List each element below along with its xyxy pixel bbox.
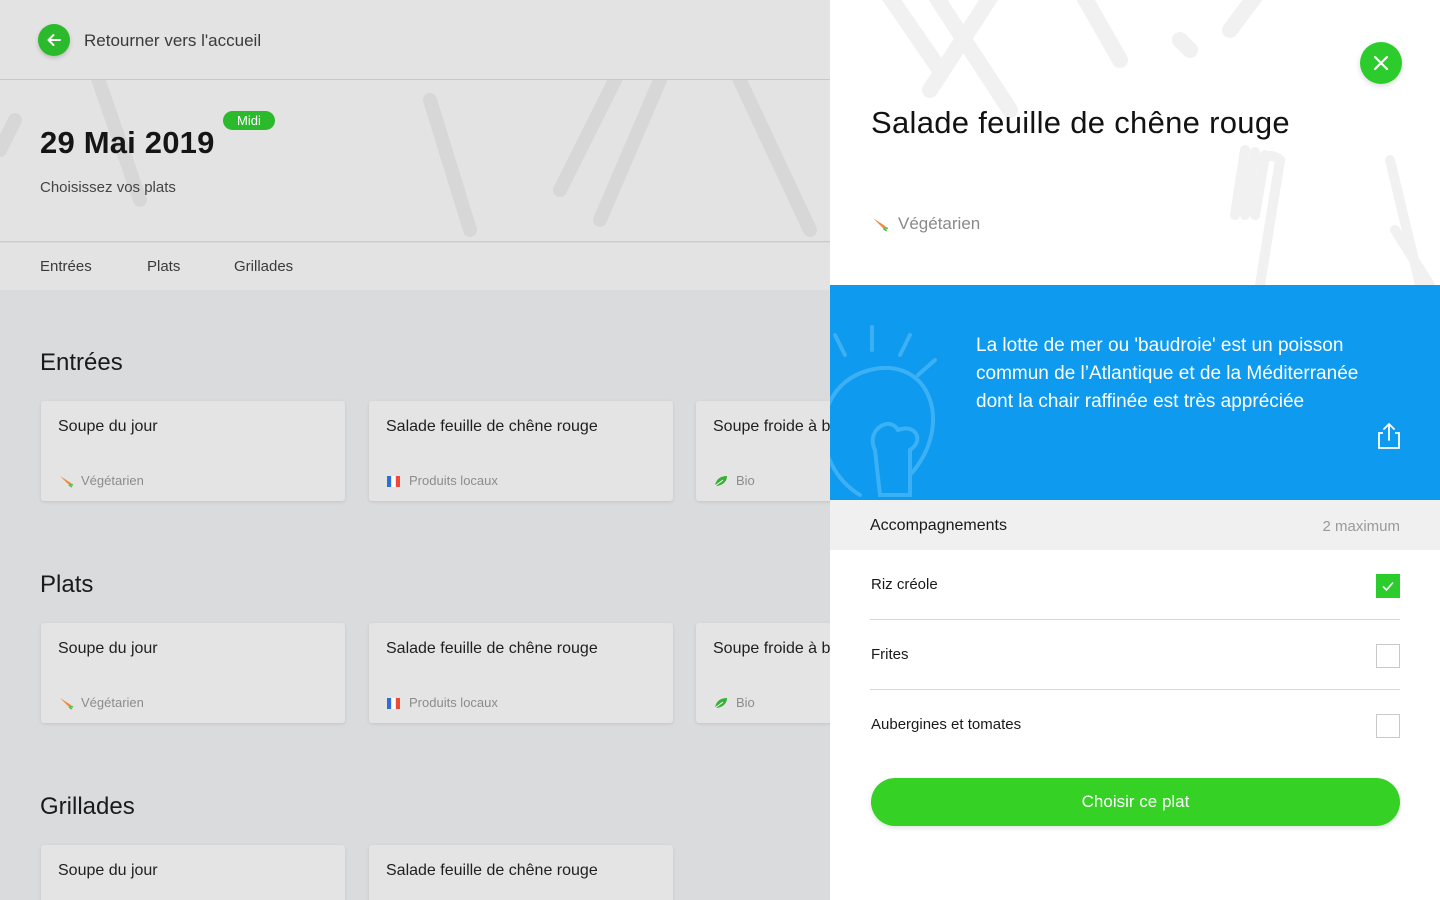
menu-page: Retourner vers l'accueil 29 Mai 2019 Mid… [0, 0, 830, 900]
local-products-icon [387, 475, 400, 487]
share-icon [1378, 423, 1400, 449]
dish-card[interactable]: Soupe du jour Végétarien [41, 623, 345, 723]
carrot-icon [60, 697, 74, 710]
accompaniments-title: Accompagnements [870, 517, 1007, 534]
share-button[interactable] [1374, 421, 1404, 451]
close-button[interactable] [1360, 42, 1402, 84]
leaf-icon [714, 697, 727, 708]
dish-tag-label: Végétarien [81, 473, 144, 488]
info-banner: La lotte de mer ou 'baudroie' est un poi… [830, 285, 1440, 500]
page-title: 29 Mai 2019 [40, 125, 215, 160]
dish-name: Soupe froide à betterave [713, 640, 830, 657]
dish-tag: Végétarien [871, 214, 980, 234]
dish-tag: Bio [713, 695, 755, 710]
back-link[interactable]: Retourner vers l'accueil [84, 31, 261, 51]
dish-card[interactable]: Soupe froide à betterave Bio [696, 623, 830, 723]
leaf-icon [714, 475, 727, 486]
dish-card[interactable]: Salade feuille de chêne rouge [369, 845, 673, 900]
top-bar: Retourner vers l'accueil [0, 0, 830, 80]
dish-tag: Produits locaux [386, 473, 498, 488]
dish-name: Salade feuille de chêne rouge [386, 640, 598, 657]
accompaniments-limit: 2 maximum [1322, 518, 1400, 535]
date-header: 29 Mai 2019 Midi Choisissez vos plats [0, 80, 830, 242]
dish-card[interactable]: Soupe froide à betterave Bio [696, 401, 830, 501]
dish-tag: Produits locaux [386, 695, 498, 710]
accompaniment-option[interactable]: Riz créole [870, 550, 1400, 620]
accompaniments-header: Accompagnements 2 maximum [830, 500, 1440, 550]
carrot-icon [60, 475, 74, 488]
cutlery-background-pattern [0, 80, 817, 237]
carrot-icon [873, 218, 889, 232]
meal-badge: Midi [223, 111, 275, 130]
dish-info-text: La lotte de mer ou 'baudroie' est un poi… [976, 335, 1359, 412]
option-label: Riz créole [871, 576, 938, 593]
section-title: Plats [40, 571, 94, 598]
arrow-left-icon [47, 34, 61, 46]
dish-tag-label: Végétarien [81, 695, 144, 710]
dish-name: Soupe du jour [58, 640, 158, 657]
dish-name: Salade feuille de chêne rouge [386, 862, 598, 879]
page-subtitle: Choisissez vos plats [40, 179, 176, 196]
category-tabs: Entrées Plats Grillades [0, 243, 830, 290]
checkmark-icon [1382, 581, 1394, 592]
accompaniment-option[interactable]: Frites [870, 620, 1400, 690]
dish-detail-panel: Salade feuille de chêne rouge Végétarien… [830, 0, 1440, 900]
dish-card[interactable]: Soupe du jour [41, 845, 345, 900]
option-checkbox[interactable] [1376, 714, 1400, 738]
dish-name: Soupe froide à betterave [713, 418, 830, 435]
accompaniment-option[interactable]: Aubergines et tomates [870, 690, 1400, 760]
dish-tag-label: Végétarien [898, 214, 981, 233]
dish-title: Salade feuille de chêne rouge [871, 105, 1290, 140]
dish-tag-label: Bio [736, 473, 755, 488]
dish-card[interactable]: Salade feuille de chêne rouge Produits l… [369, 623, 673, 723]
dish-tag-label: Produits locaux [409, 695, 498, 710]
choose-dish-button[interactable]: Choisir ce plat [871, 778, 1400, 826]
option-label: Aubergines et tomates [871, 716, 1022, 733]
close-icon [1373, 55, 1389, 71]
dish-tag: Végétarien [58, 473, 144, 488]
dish-name: Soupe du jour [58, 418, 158, 435]
section-title: Entrées [40, 349, 123, 376]
back-button[interactable] [38, 24, 70, 56]
tab-entrees[interactable]: Entrées [40, 258, 92, 275]
dish-tag-label: Bio [736, 695, 755, 710]
tab-grillades[interactable]: Grillades [234, 258, 293, 275]
dish-name: Soupe du jour [58, 862, 158, 879]
dish-card[interactable]: Soupe du jour Végétarien [41, 401, 345, 501]
dish-tag: Bio [713, 473, 755, 488]
local-products-icon [387, 697, 400, 709]
dish-tag-label: Produits locaux [409, 473, 498, 488]
tab-plats[interactable]: Plats [147, 258, 180, 275]
dish-tag: Végétarien [58, 695, 144, 710]
section-title: Grillades [40, 793, 135, 820]
option-checkbox[interactable] [1376, 574, 1400, 598]
option-label: Frites [871, 646, 909, 663]
lightbulb-icon [830, 325, 937, 497]
option-checkbox[interactable] [1376, 644, 1400, 668]
dish-card[interactable]: Salade feuille de chêne rouge Produits l… [369, 401, 673, 501]
dish-name: Salade feuille de chêne rouge [386, 418, 598, 435]
